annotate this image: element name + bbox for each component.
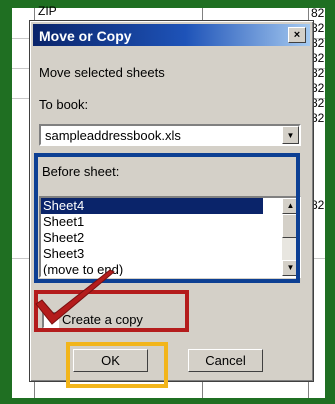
- to-book-value: sampleaddressbook.xls: [45, 128, 181, 143]
- dialog-title: Move or Copy: [39, 28, 132, 44]
- checkmark-icon: [35, 269, 115, 325]
- dropdown-arrow-button[interactable]: ▼: [282, 126, 299, 144]
- move-selected-sheets-label: Move selected sheets: [39, 65, 165, 80]
- before-sheet-highlight-box: [34, 153, 300, 283]
- ok-highlight-box: [66, 342, 168, 388]
- chevron-down-icon: ▼: [286, 131, 295, 140]
- close-button[interactable]: ×: [288, 27, 306, 43]
- to-book-dropdown[interactable]: sampleaddressbook.xls ▼: [39, 124, 301, 146]
- row-fragment: 82: [311, 6, 325, 20]
- column-header-zip: ZIP: [38, 4, 57, 18]
- close-icon: ×: [293, 29, 301, 41]
- dialog-titlebar[interactable]: Move or Copy ×: [33, 24, 310, 46]
- cancel-button[interactable]: Cancel: [188, 349, 263, 372]
- to-book-label: To book:: [39, 97, 89, 112]
